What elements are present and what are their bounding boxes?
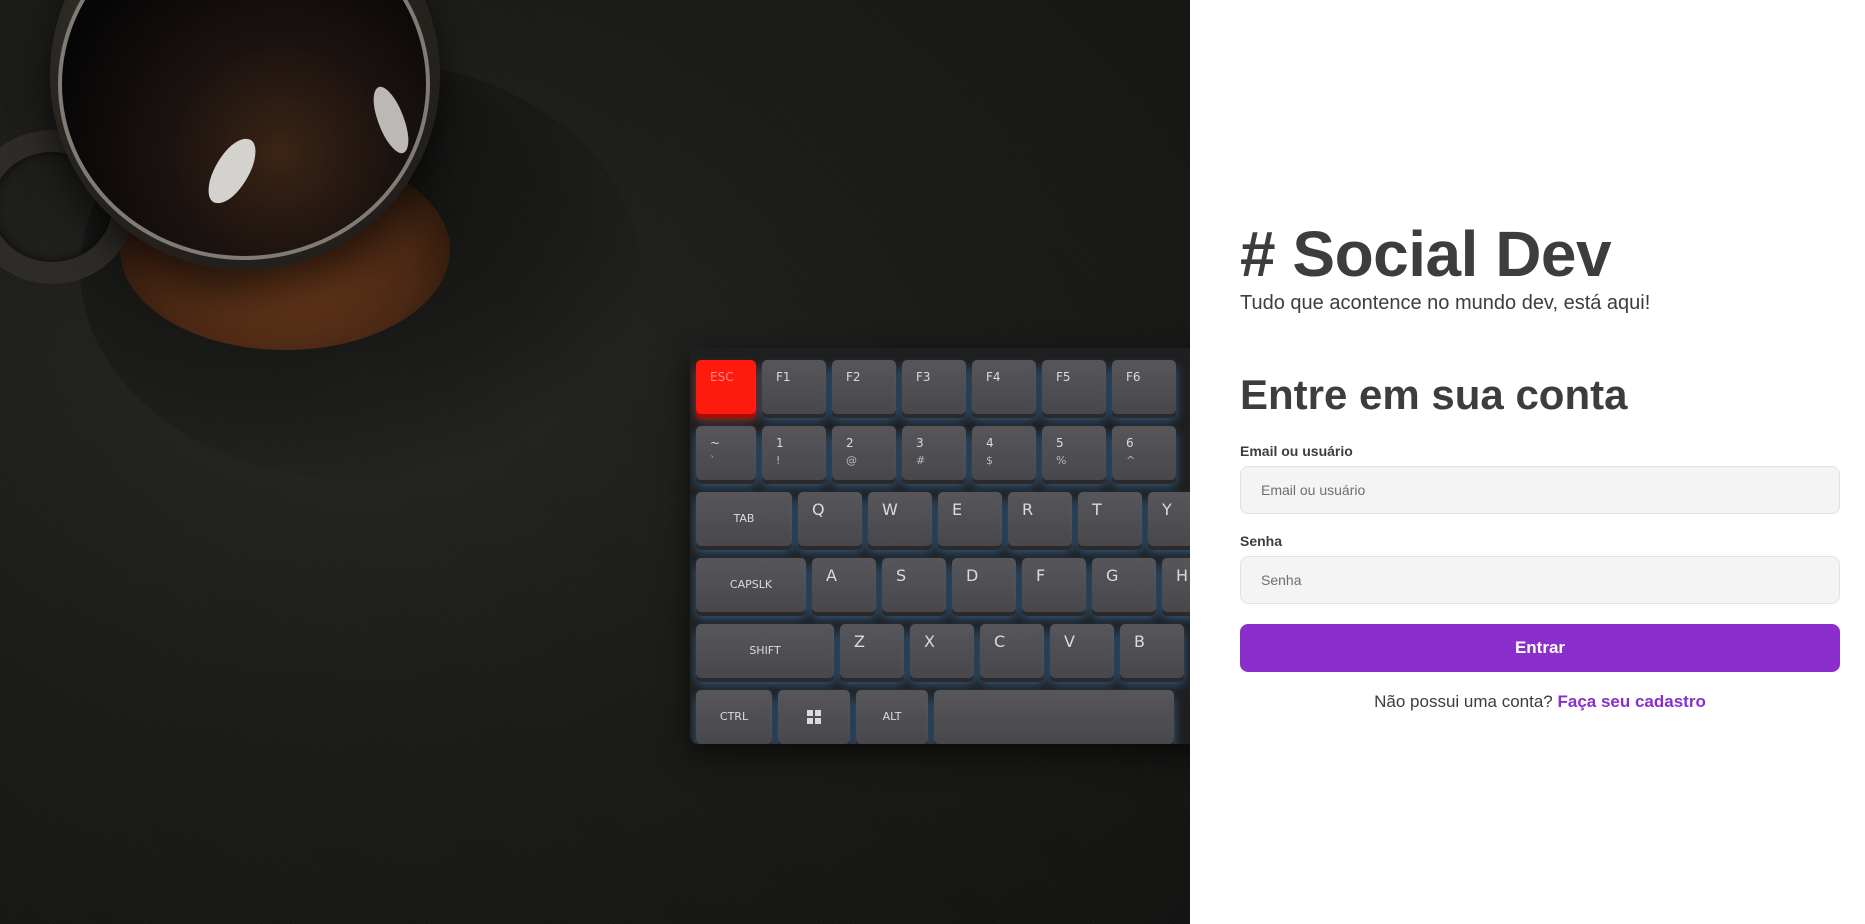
keyboard-row-zxcv: SHIFT Z X C V B <box>696 624 1184 682</box>
email-label: Email ou usuário <box>1240 443 1353 459</box>
key-w: W <box>868 492 932 546</box>
key-shift-left: SHIFT <box>696 624 834 678</box>
key-a: A <box>812 558 876 612</box>
key-tab: TAB <box>696 492 792 546</box>
key-main: 3 <box>916 436 924 450</box>
key-g: G <box>1092 558 1156 612</box>
brand-tagline: Tudo que acontence no mundo dev, está aq… <box>1240 292 1651 314</box>
key-f2: F2 <box>832 360 896 414</box>
key-alt: ALT <box>856 690 928 744</box>
keyboard-row-qwerty: TAB Q W E R T Y <box>696 492 1190 550</box>
key-shift: ^ <box>1126 454 1136 467</box>
key-shift: # <box>916 454 926 467</box>
key-shift: ! <box>776 454 781 467</box>
key-3: 3 # <box>902 426 966 480</box>
key-f4: F4 <box>972 360 1036 414</box>
key-d: D <box>952 558 1016 612</box>
key-h: H <box>1162 558 1190 612</box>
key-s: S <box>882 558 946 612</box>
keyboard-row-function: ESC F1 F2 F3 F4 F5 F6 <box>696 360 1176 418</box>
key-shift: @ <box>846 454 857 467</box>
key-tilde: ~ ` <box>696 426 756 480</box>
key-windows <box>778 690 850 744</box>
login-button[interactable]: Entrar <box>1240 624 1840 672</box>
key-f: F <box>1022 558 1086 612</box>
login-page: ESC F1 F2 F3 F4 F5 F6 ~ ` 1! 2 @ 3 # 4 $ 5% … <box>0 0 1865 924</box>
key-4: 4 $ <box>972 426 1036 480</box>
key-capslock: CAPSLK <box>696 558 806 612</box>
login-form: Email ou usuário Senha Entrar <box>1240 442 1840 672</box>
key-y: Y <box>1148 492 1190 546</box>
key-main: 4 <box>986 436 994 450</box>
key-5: 5% <box>1042 426 1106 480</box>
keyboard: ESC F1 F2 F3 F4 F5 F6 ~ ` 1! 2 @ 3 # 4 $ 5% … <box>690 348 1190 744</box>
key-shift: % <box>1056 454 1067 467</box>
password-field[interactable] <box>1240 556 1840 604</box>
keyboard-row-asdf: CAPSLK A S D F G H <box>696 558 1190 616</box>
key-f1: F1 <box>762 360 826 414</box>
key-c: C <box>980 624 1044 678</box>
key-e: E <box>938 492 1002 546</box>
key-main: 5 <box>1056 436 1064 450</box>
key-v: V <box>1050 624 1114 678</box>
hero-image: ESC F1 F2 F3 F4 F5 F6 ~ ` 1! 2 @ 3 # 4 $ 5% … <box>0 0 1190 924</box>
key-shift: ` <box>710 454 716 467</box>
password-label: Senha <box>1240 533 1283 549</box>
windows-icon <box>807 710 821 727</box>
key-1: 1! <box>762 426 826 480</box>
login-panel: # Social Dev Tudo que acontence no mundo… <box>1190 0 1865 924</box>
signup-link[interactable]: Faça seu cadastro <box>1557 692 1705 711</box>
key-shift: $ <box>986 454 993 467</box>
key-f3: F3 <box>902 360 966 414</box>
brand-title: # Social Dev <box>1240 218 1612 290</box>
key-f6: F6 <box>1112 360 1176 414</box>
login-title: Entre em sua conta <box>1240 371 1628 418</box>
key-ctrl: CTRL <box>696 690 772 744</box>
key-z: Z <box>840 624 904 678</box>
key-esc: ESC <box>696 360 756 414</box>
key-t: T <box>1078 492 1142 546</box>
key-2: 2 @ <box>832 426 896 480</box>
key-f5: F5 <box>1042 360 1106 414</box>
key-main: 6 <box>1126 436 1134 450</box>
signup-prompt: Não possui uma conta? <box>1374 692 1553 711</box>
key-b: B <box>1120 624 1184 678</box>
signup-line: Não possui uma conta? Faça seu cadastro <box>1240 692 1840 712</box>
key-q: Q <box>798 492 862 546</box>
key-main: 1 <box>776 436 784 450</box>
login-content: # Social Dev Tudo que acontence no mundo… <box>1240 218 1840 712</box>
key-main: 2 <box>846 436 854 450</box>
key-main: ~ <box>710 436 721 450</box>
keyboard-row-number: ~ ` 1! 2 @ 3 # 4 $ 5% 6 ^ <box>696 426 1176 484</box>
key-space <box>934 690 1174 744</box>
email-field[interactable] <box>1240 466 1840 514</box>
key-6: 6 ^ <box>1112 426 1176 480</box>
key-r: R <box>1008 492 1072 546</box>
keyboard-row-bottom: CTRL ALT <box>696 690 1174 744</box>
key-x: X <box>910 624 974 678</box>
